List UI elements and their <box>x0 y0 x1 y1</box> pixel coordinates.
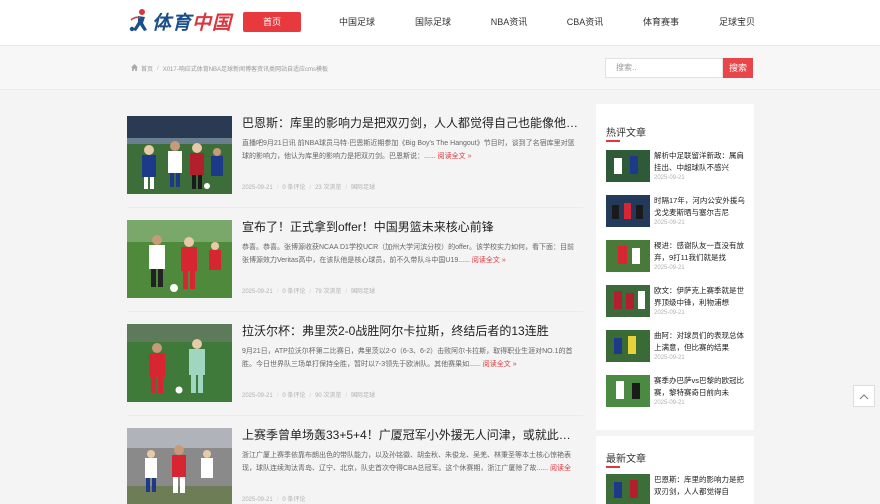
main-nav: 首页 中国足球 国际足球 NBA资讯 CBA资讯 体育赛事 足球宝贝 <box>243 12 775 32</box>
hot-article-thumbnail[interactable] <box>606 240 650 272</box>
new-articles-widget: 最新文章 巴恩斯：库里的影响力是把双刃剑，人人都觉得自己…… <box>596 436 754 504</box>
read-more-link[interactable]: 阅读全文 » <box>438 153 472 160</box>
article-views: 79 次浏览 <box>315 289 342 295</box>
article-thumbnail[interactable] <box>127 324 232 402</box>
nav-item-china-football[interactable]: 中国足球 <box>319 12 395 32</box>
site-header: 体育中国 首页 中国足球 国际足球 NBA资讯 CBA资讯 体育赛事 足球宝贝 <box>0 0 880 46</box>
nav-item-football-babes[interactable]: 足球宝贝 <box>699 12 775 32</box>
article-views: 90 次浏览 <box>315 393 342 399</box>
article-comments[interactable]: 0 条评论 <box>282 393 305 399</box>
article-item: 拉沃尔杯：弗里茨2-0战胜阿尔卡拉斯，终结后者的13连胜 9月21日，ATP拉沃… <box>127 312 583 416</box>
hot-article-item[interactable]: 稷进：感谢队友一直没有放弃，9打11我们就是找着…… 2025-09-21 <box>606 240 746 276</box>
nav-item-nba[interactable]: NBA资讯 <box>471 12 547 32</box>
article-thumbnail[interactable] <box>127 116 232 194</box>
title-underline <box>606 140 620 142</box>
hot-article-title[interactable]: 时隔17年，河内公安外援乌戈戈麦斯晒与塞尔吉尼奥…… <box>654 195 746 219</box>
article-date: 2025-09-21 <box>242 185 273 191</box>
new-article-thumbnail[interactable] <box>606 474 650 504</box>
hot-article-title[interactable]: 稷进：感谢队友一直没有放弃，9打11我们就是找着…… <box>654 240 746 264</box>
hot-article-date: 2025-09-21 <box>654 310 685 316</box>
hot-article-item[interactable]: 时隔17年，河内公安外援乌戈戈麦斯晒与塞尔吉尼奥…… 2025-09-21 <box>606 195 746 231</box>
home-icon <box>131 64 138 73</box>
logo-text-main: 体育 <box>152 11 193 34</box>
article-summary-text: 9月21日，ATP拉沃尔杯第二比赛日，弗里茨以2-0（6-3、6-2）击败阿尔卡… <box>242 348 573 368</box>
hot-article-item[interactable]: 曲阿：对球员们的表现总体上满意，但比赛的结果并…… 2025-09-21 <box>606 330 746 366</box>
article-title[interactable]: 上赛季曾单场轰33+5+4！广厦冠军小外援无人问津，或就此告别…… <box>242 426 582 443</box>
article-item: 上赛季曾单场轰33+5+4！广厦冠军小外援无人问津，或就此告别…… 浙江广厦上赛… <box>127 416 583 504</box>
article-comments[interactable]: 0 条评论 <box>282 289 305 295</box>
article-meta: 2025-09-21/0 条评论/79 次浏览 / 国际足球 <box>242 289 376 295</box>
logo-text: 体育中国 <box>152 8 232 35</box>
article-category[interactable]: 国际足球 <box>351 393 375 399</box>
article-item: 巴恩斯：库里的影响力是把双刃剑，人人都觉得自己也能像他那样 直播吧9月21日讯 … <box>127 104 583 208</box>
article-thumbnail[interactable] <box>127 428 232 504</box>
article-title[interactable]: 巴恩斯：库里的影响力是把双刃剑，人人都觉得自己也能像他那样 <box>242 114 582 131</box>
nav-item-events[interactable]: 体育赛事 <box>623 12 699 32</box>
read-more-link[interactable]: 阅读全文 » <box>483 361 517 368</box>
article-comments[interactable]: 0 条评论 <box>282 497 305 503</box>
search-button[interactable]: 搜索 <box>723 58 753 78</box>
hot-article-title[interactable]: 曲阿：对球员们的表现总体上满意，但比赛的结果并…… <box>654 330 746 354</box>
article-summary: 9月21日，ATP拉沃尔杯第二比赛日，弗里茨以2-0（6-3、6-2）击败阿尔卡… <box>242 345 577 373</box>
hot-article-date: 2025-09-21 <box>654 220 685 226</box>
hot-article-thumbnail[interactable] <box>606 150 650 182</box>
nav-item-intl-football[interactable]: 国际足球 <box>395 12 471 32</box>
hot-article-date: 2025-09-21 <box>654 355 685 361</box>
hot-articles-widget: 热评文章 解析中足联留洋新政：属肩挂出、中超球队不感兴趣…… 2025-09-2… <box>596 104 754 430</box>
article-views: 23 次浏览 <box>315 185 342 191</box>
article-date: 2025-09-21 <box>242 497 273 503</box>
article-summary: 直播吧9月21日讯 前NBA球员马特·巴恩斯近期参加《Big Boy's The… <box>242 137 577 165</box>
article-summary: 浙江广厦上赛季依靠布朗出色的带队能力，以及孙铭徽、胡金秋、朱俊龙、吴羌、林秉圣等… <box>242 449 577 477</box>
hot-article-item[interactable]: 赛季办巴萨vs巴黎的欧冠比赛，黎特赛奇日前向未婚…… 2025-09-21 <box>606 375 746 411</box>
hot-article-item[interactable]: 欧文：伊萨克上赛季就是世界顶级中锋，利物浦想要…… 2025-09-21 <box>606 285 746 321</box>
hot-articles-title: 热评文章 <box>606 128 646 139</box>
back-to-top-button[interactable] <box>853 385 875 407</box>
read-more-link[interactable]: 阅读全文 » <box>472 257 506 264</box>
article-category[interactable]: 国际足球 <box>351 289 375 295</box>
nav-item-cba[interactable]: CBA资讯 <box>547 12 623 32</box>
article-category[interactable]: 国际足球 <box>351 185 375 191</box>
new-article-item[interactable]: 巴恩斯：库里的影响力是把双刃剑，人人都觉得自己…… <box>606 474 746 504</box>
new-articles-title: 最新文章 <box>606 454 646 465</box>
new-article-title[interactable]: 巴恩斯：库里的影响力是把双刃剑，人人都觉得自己…… <box>654 474 746 498</box>
article-title[interactable]: 宣布了！正式拿到offer！中国男篮未来核心前锋 <box>242 218 582 235</box>
hot-article-thumbnail[interactable] <box>606 195 650 227</box>
article-title[interactable]: 拉沃尔杯：弗里茨2-0战胜阿尔卡拉斯，终结后者的13连胜 <box>242 322 582 339</box>
article-thumbnail[interactable] <box>127 220 232 298</box>
hot-article-date: 2025-09-21 <box>654 175 685 181</box>
article-summary-text: 直播吧9月21日讯 前NBA球员马特·巴恩斯近期参加《Big Boy's The… <box>242 140 575 160</box>
site-logo[interactable]: 体育中国 <box>128 6 232 36</box>
breadcrumb: 首页 / X017-响应式体育NBA足球新闻博客资讯类网站自适应cms模板 <box>131 64 328 73</box>
article-date: 2025-09-21 <box>242 393 273 399</box>
hot-article-title[interactable]: 赛季办巴萨vs巴黎的欧冠比赛，黎特赛奇日前向未婚…… <box>654 375 746 399</box>
article-item: 宣布了！正式拿到offer！中国男篮未来核心前锋 恭喜。恭喜。张博源收获NCAA… <box>127 208 583 312</box>
article-meta: 2025-09-21/0 条评论/90 次浏览 / 国际足球 <box>242 393 376 399</box>
article-comments[interactable]: 0 条评论 <box>282 185 305 191</box>
hot-article-date: 2025-09-21 <box>654 265 685 271</box>
hot-article-title[interactable]: 欧文：伊萨克上赛季就是世界顶级中锋，利物浦想要…… <box>654 285 746 309</box>
hot-article-title[interactable]: 解析中足联留洋新政：属肩挂出、中超球队不感兴趣…… <box>654 150 746 174</box>
nav-item-home[interactable]: 首页 <box>243 12 301 32</box>
article-summary-text: 浙江广厦上赛季依靠布朗出色的带队能力，以及孙铭徽、胡金秋、朱俊龙、吴羌、林秉圣等… <box>242 452 571 472</box>
hot-article-thumbnail[interactable] <box>606 285 650 317</box>
breadcrumb-separator: / <box>157 65 159 72</box>
hot-article-date: 2025-09-21 <box>654 400 685 406</box>
article-summary: 恭喜。恭喜。张博源收获NCAA D1学校UCR（加州大学河滨分校）的offer。… <box>242 241 577 269</box>
hot-article-item[interactable]: 解析中足联留洋新政：属肩挂出、中超球队不感兴趣…… 2025-09-21 <box>606 150 746 186</box>
search-input[interactable]: 搜索.. <box>605 58 723 78</box>
logo-player-icon <box>128 8 150 34</box>
breadcrumb-home[interactable]: 首页 <box>141 64 153 73</box>
hot-article-thumbnail[interactable] <box>606 330 650 362</box>
article-date: 2025-09-21 <box>242 289 273 295</box>
hot-article-thumbnail[interactable] <box>606 375 650 407</box>
chevron-up-icon <box>859 387 869 405</box>
title-underline <box>606 466 620 468</box>
article-meta: 2025-09-21/0 条评论 <box>242 497 306 503</box>
breadcrumb-current: X017-响应式体育NBA足球新闻博客资讯类网站自适应cms模板 <box>162 67 329 73</box>
article-summary-text: 恭喜。恭喜。张博源收获NCAA D1学校UCR（加州大学河滨分校）的offer。… <box>242 244 574 264</box>
article-meta: 2025-09-21/0 条评论/23 次浏览 / 国际足球 <box>242 185 376 191</box>
logo-text-accent: 中国 <box>192 11 233 34</box>
